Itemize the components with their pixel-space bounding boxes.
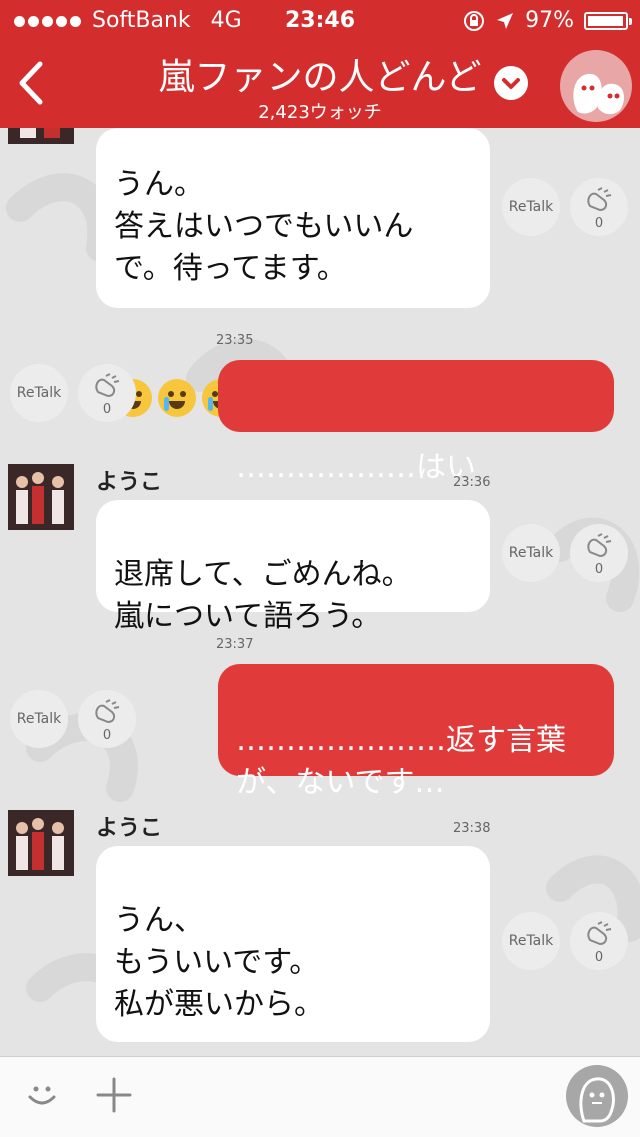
clap-hands-icon	[95, 373, 120, 398]
chat-area[interactable]: うん。 答えはいつでもいいん で。待ってます。 ReTalk 0 23:35 R…	[0, 128, 640, 1056]
ghost-mic-button[interactable]	[566, 1065, 628, 1127]
clap-hands-icon	[587, 921, 612, 946]
retalk-button[interactable]: ReTalk	[502, 524, 560, 582]
room-avatar-button[interactable]	[560, 50, 632, 122]
message-bubble-outgoing[interactable]: ………………はい	[218, 360, 614, 485]
user-avatar[interactable]	[8, 810, 74, 876]
plus-icon[interactable]	[96, 1077, 132, 1113]
retalk-button[interactable]: ReTalk	[502, 178, 560, 236]
message-bubble-incoming[interactable]: 退席して、ごめんね。 嵐について語ろう。	[96, 500, 490, 634]
retalk-button[interactable]: ReTalk	[10, 690, 68, 748]
clap-hands-icon	[587, 187, 612, 212]
page-title[interactable]: 嵐ファンの人どんど	[140, 48, 500, 100]
input-bar	[0, 1056, 640, 1137]
battery-icon	[584, 11, 632, 30]
timestamp: 23:36	[453, 475, 491, 490]
retalk-button[interactable]: ReTalk	[502, 912, 560, 970]
sender-name: ようこ	[96, 470, 163, 495]
message-bubble-outgoing[interactable]: …………………返す言葉 が、ないです…	[218, 664, 614, 800]
message-text: うん、 もういいです。 私が悪いから。	[114, 903, 324, 1022]
clap-count: 0	[594, 950, 604, 965]
clap-count: 0	[102, 402, 112, 417]
clap-count: 0	[594, 562, 604, 577]
battery-percent: 97%	[525, 8, 574, 33]
sender-name: ようこ	[96, 816, 163, 841]
back-chevron-icon[interactable]	[12, 58, 52, 108]
ghost-avatar-icon	[573, 73, 624, 115]
clap-count: 0	[102, 728, 112, 743]
retalk-button[interactable]: ReTalk	[10, 364, 68, 422]
clap-hands-icon	[95, 699, 120, 724]
battery-fill	[588, 15, 623, 26]
chevron-down-icon	[502, 78, 520, 89]
ghost-mic-icon	[579, 1077, 615, 1123]
timestamp: 23:37	[216, 637, 254, 652]
timestamp: 23:35	[216, 333, 254, 348]
smiley-icon[interactable]	[24, 1077, 60, 1113]
clap-button[interactable]: 0	[570, 178, 628, 236]
message-text: ………………はい	[236, 450, 476, 485]
message-bubble-incoming[interactable]: うん、 もういいです。 私が悪いから。	[96, 846, 490, 1042]
message-text: 退席して、ごめんね。 嵐について語ろう。	[114, 557, 412, 634]
message-bubble-incoming[interactable]: うん。 答えはいつでもいいん で。待ってます。	[96, 128, 490, 417]
clap-button[interactable]: 0	[78, 690, 136, 748]
message-text: うん。 答えはいつでもいいん で。待ってます。	[114, 167, 414, 286]
clap-button[interactable]: 0	[570, 524, 628, 582]
location-arrow-icon	[497, 12, 514, 29]
clap-button[interactable]: 0	[78, 364, 136, 422]
clap-count: 0	[594, 216, 604, 231]
timestamp: 23:38	[453, 821, 491, 836]
top-bar: SoftBank 4G 23:46 97% 嵐ファンの人どんど 2,423ウォッ…	[0, 0, 640, 128]
clap-hands-icon	[587, 533, 612, 558]
crying-emoji	[158, 378, 196, 417]
rotation-lock-icon	[464, 10, 485, 31]
watch-count: 2,423ウォッチ	[258, 102, 382, 123]
clap-button[interactable]: 0	[570, 912, 628, 970]
user-avatar[interactable]	[8, 464, 74, 530]
user-avatar[interactable]	[8, 128, 74, 144]
title-dropdown-button[interactable]	[494, 66, 528, 100]
status-bar: SoftBank 4G 23:46 97%	[0, 0, 640, 40]
